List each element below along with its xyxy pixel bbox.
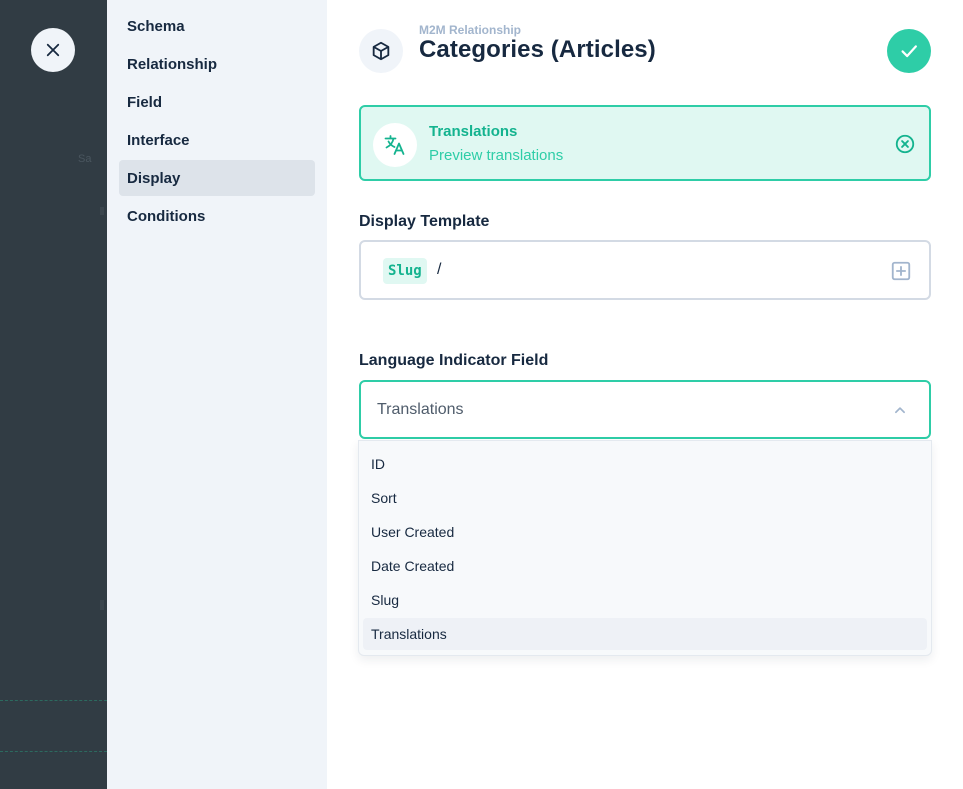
language-field-options: ID Sort User Created Date Created Slug T… xyxy=(358,440,932,656)
close-circle-icon xyxy=(895,134,915,154)
backdrop-dashed-line xyxy=(0,700,107,701)
page-title: Categories (Articles) xyxy=(419,36,656,63)
translate-icon xyxy=(384,135,405,155)
option-id[interactable]: ID xyxy=(363,448,927,480)
notice-dismiss-button[interactable] xyxy=(893,132,917,156)
page-subtitle: M2M Relationship xyxy=(419,23,522,37)
backdrop-mark xyxy=(100,600,104,610)
option-date-created[interactable]: Date Created xyxy=(363,550,927,582)
drawer-content: M2M Relationship Categories (Articles) T… xyxy=(327,0,963,789)
notice-icon-badge xyxy=(373,123,417,167)
nav-item-interface[interactable]: Interface xyxy=(119,122,315,158)
modal-backdrop[interactable]: Sa xyxy=(0,0,107,789)
display-template-input[interactable]: Slug / xyxy=(359,240,931,300)
backdrop-dashed-line xyxy=(0,751,107,752)
select-value: Translations xyxy=(377,401,464,418)
translations-notice[interactable]: Translations Preview translations xyxy=(359,105,931,181)
box-icon xyxy=(372,41,390,61)
chevron-up-icon xyxy=(895,407,905,414)
drawer-sidebar-nav: Schema Relationship Field Interface Disp… xyxy=(107,0,327,789)
check-icon xyxy=(901,45,917,58)
nav-item-schema[interactable]: Schema xyxy=(119,8,315,44)
nav-item-relationship[interactable]: Relationship xyxy=(119,46,315,82)
backdrop-text: Sa xyxy=(78,153,92,165)
close-icon xyxy=(46,43,60,57)
language-field-select[interactable]: Translations xyxy=(359,380,931,439)
backdrop-mark xyxy=(100,207,104,215)
nav-item-display[interactable]: Display xyxy=(119,160,315,196)
notice-title: Translations xyxy=(429,123,518,140)
header-icon-badge xyxy=(359,29,403,73)
nav-item-field[interactable]: Field xyxy=(119,84,315,120)
display-template-label: Display Template xyxy=(359,213,490,230)
option-translations[interactable]: Translations xyxy=(363,618,927,650)
nav-item-conditions[interactable]: Conditions xyxy=(119,198,315,234)
save-button[interactable] xyxy=(887,29,931,73)
option-sort[interactable]: Sort xyxy=(363,482,927,514)
language-field-label: Language Indicator Field xyxy=(359,352,549,369)
add-field-icon[interactable] xyxy=(890,260,912,282)
template-field-chip[interactable]: Slug xyxy=(383,258,427,284)
notice-description: Preview translations xyxy=(429,147,564,164)
close-drawer-button[interactable] xyxy=(31,28,75,72)
option-user-created[interactable]: User Created xyxy=(363,516,927,548)
option-slug[interactable]: Slug xyxy=(363,584,927,616)
template-separator: / xyxy=(437,261,442,278)
